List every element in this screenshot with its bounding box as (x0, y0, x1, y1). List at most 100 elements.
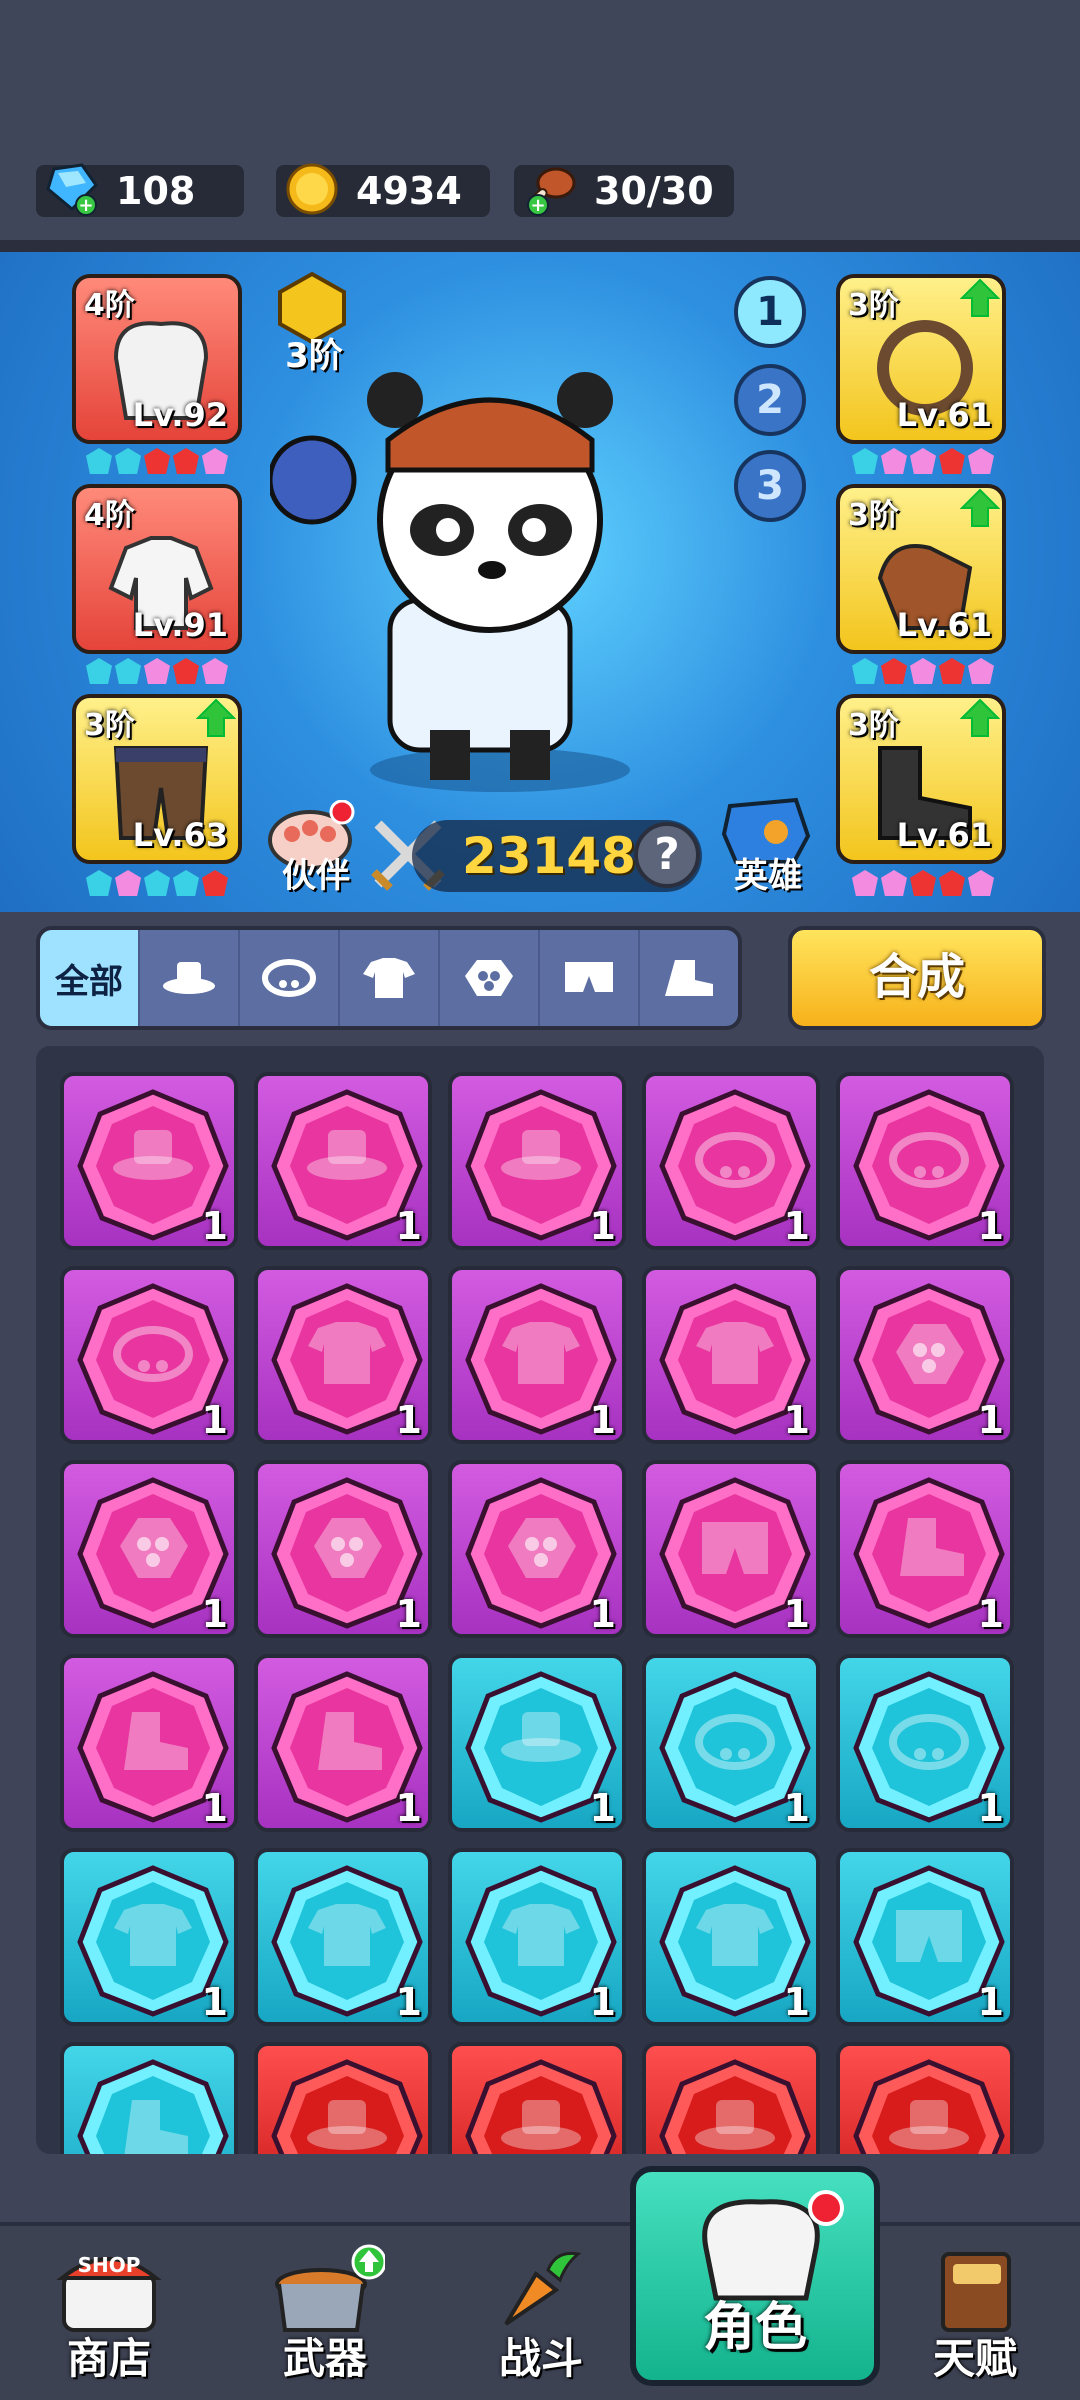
inventory-item[interactable]: 1 (254, 1848, 432, 2026)
inventory-item[interactable] (642, 2042, 820, 2154)
inventory-item[interactable]: 1 (60, 1266, 238, 1444)
item-count: 1 (201, 1204, 228, 1248)
gem-counter[interactable]: + 108 (36, 163, 244, 217)
nav-talent-label: 天赋 (932, 2334, 1017, 2383)
coin-count: 4934 (356, 169, 462, 213)
nav-battle[interactable]: 战斗 (436, 2226, 646, 2400)
tab-boot[interactable] (640, 930, 738, 1026)
inventory-item[interactable] (254, 2042, 432, 2154)
equip-slot-boots[interactable]: 3阶 Lv.61 (836, 694, 1006, 864)
tab-all[interactable]: 全部 (40, 930, 140, 1026)
panda-hero-character[interactable] (270, 330, 670, 810)
nav-weapons[interactable]: 武器 (220, 2226, 430, 2400)
shirt-icon (363, 958, 415, 998)
slot-level: Lv.61 (896, 396, 992, 434)
paw-icon (465, 960, 513, 996)
inventory-item[interactable]: 1 (254, 1654, 432, 1832)
slot-tier: 4阶 (84, 498, 135, 533)
item-count: 1 (977, 1980, 1004, 2024)
combine-button[interactable]: 合成 (788, 926, 1046, 1030)
pot-icon (275, 2244, 385, 2332)
inventory-item[interactable]: 1 (448, 1848, 626, 2026)
tab-paw[interactable] (440, 930, 540, 1026)
item-count: 1 (589, 1980, 616, 2024)
item-count: 1 (395, 1398, 422, 1442)
tab-shirt[interactable] (340, 930, 440, 1026)
pants-icon (565, 962, 613, 992)
hero-label: 英雄 (734, 856, 802, 896)
item-count: 1 (589, 1204, 616, 1248)
book-icon (941, 2252, 1011, 2332)
slot-level: Lv.91 (132, 606, 228, 644)
top-bar-divider (0, 240, 1080, 252)
gem-count: 108 (116, 169, 196, 213)
upgrade-arrow-icon (960, 698, 1000, 737)
inventory-item[interactable] (448, 2042, 626, 2154)
item-count: 1 (977, 1592, 1004, 1636)
shop-sign: SHOP (78, 2253, 141, 2277)
inventory-item[interactable]: 1 (836, 1848, 1014, 2026)
inventory-item[interactable]: 1 (448, 1460, 626, 1638)
inventory-item[interactable]: 1 (254, 1266, 432, 1444)
inventory-item[interactable]: 1 (448, 1654, 626, 1832)
coin-counter[interactable]: 4934 (276, 163, 490, 217)
inventory-item[interactable]: 1 (836, 1654, 1014, 1832)
equip-slot-pants[interactable]: 3阶 Lv.63 (72, 694, 242, 864)
nav-character[interactable]: 角色 (630, 2166, 880, 2386)
inventory-item[interactable] (836, 2042, 1014, 2154)
partner-button[interactable]: 伙伴 (262, 799, 362, 896)
equip-slot-gloves[interactable]: 3阶 Lv.61 (836, 484, 1006, 654)
hat-gem-icon (659, 2059, 811, 2154)
nav-talent[interactable]: 天赋 (870, 2226, 1080, 2400)
inventory-item[interactable]: 1 (254, 1072, 432, 1250)
equip-slot-hat[interactable]: 4阶 Lv.92 (72, 274, 242, 444)
item-count: 1 (395, 1980, 422, 2024)
coin-icon (286, 163, 338, 215)
hat-gem-icon (853, 2059, 1005, 2154)
inventory-item[interactable]: 1 (642, 1654, 820, 1832)
inventory-item[interactable]: 1 (836, 1072, 1014, 1250)
hero-button[interactable]: 英雄 (716, 796, 826, 896)
inventory-item[interactable]: 1 (642, 1266, 820, 1444)
item-count: 1 (589, 1592, 616, 1636)
hat-gem-icon (465, 2059, 617, 2154)
inventory-item[interactable]: 1 (836, 1460, 1014, 1638)
inventory-item[interactable]: 1 (254, 1460, 432, 1638)
slot-gems (852, 658, 994, 684)
stamina-counter[interactable]: + 30/30 (514, 165, 734, 217)
tab-hat[interactable] (140, 930, 240, 1026)
help-button[interactable]: ? (634, 822, 700, 888)
inventory-item[interactable]: 1 (60, 1654, 238, 1832)
loadout-button-2[interactable]: 2 (734, 364, 806, 436)
filter-tabs: 全部 (36, 926, 742, 1030)
inventory-item[interactable]: 1 (642, 1072, 820, 1250)
loadout-button-1[interactable]: 1 (734, 276, 806, 348)
item-count: 1 (201, 1398, 228, 1442)
tab-pants[interactable] (540, 930, 640, 1026)
item-count: 1 (977, 1204, 1004, 1248)
inventory-item[interactable]: 1 (60, 1072, 238, 1250)
boot-gem-icon (77, 2059, 229, 2154)
inventory-item[interactable]: 1 (60, 1848, 238, 2026)
equip-slot-necklace[interactable]: 3阶 Lv.61 (836, 274, 1006, 444)
slot-gems (86, 658, 228, 684)
nav-shop[interactable]: SHOP 商店 (4, 2226, 214, 2400)
upgrade-arrow-icon (960, 488, 1000, 527)
inventory-item[interactable]: 1 (448, 1266, 626, 1444)
nav-battle-label: 战斗 (498, 2334, 583, 2383)
inventory-item[interactable]: 1 (60, 1460, 238, 1638)
loadout-button-3[interactable]: 3 (734, 450, 806, 522)
stamina-count: 30/30 (594, 169, 714, 213)
inventory-item[interactable]: 1 (836, 1266, 1014, 1444)
item-count: 1 (201, 1592, 228, 1636)
slot-tier: 4阶 (84, 288, 135, 323)
slot-level: Lv.61 (896, 816, 992, 854)
inventory-item[interactable] (60, 2042, 238, 2154)
equip-slot-jacket[interactable]: 4阶 Lv.91 (72, 484, 242, 654)
boot-icon (665, 960, 713, 996)
tab-necklace[interactable] (240, 930, 340, 1026)
inventory-item[interactable]: 1 (642, 1848, 820, 2026)
inventory-item[interactable]: 1 (448, 1072, 626, 1250)
inventory-item[interactable]: 1 (642, 1460, 820, 1638)
item-count: 1 (783, 1204, 810, 1248)
